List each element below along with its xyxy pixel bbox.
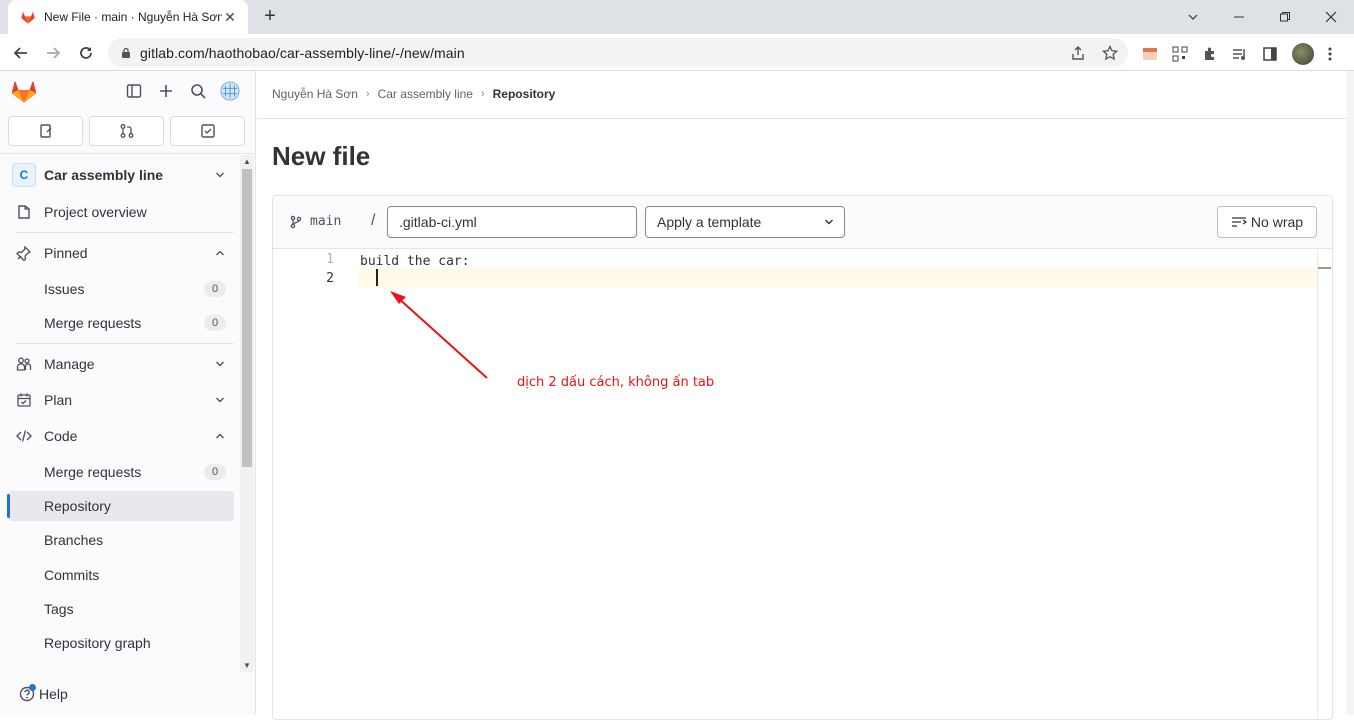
annotation-arrow [390,291,488,379]
annotation-text: dịch 2 dấu cách, không ấn tab [517,375,715,390]
